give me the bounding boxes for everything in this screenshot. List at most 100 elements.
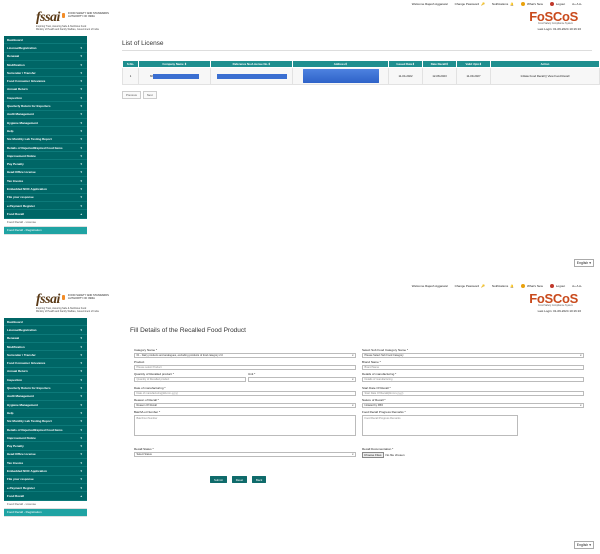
sidebar-item-audit-management[interactable]: Audit Management ▾ [4,393,87,401]
col-address[interactable]: Address⇕ [292,60,389,68]
sidebar-item-e-payment-register[interactable]: e-Payment Register ▾ [4,202,87,211]
quantity-input[interactable]: Quantity of Recalled product [134,377,246,382]
sidebar-item-hygiene-management[interactable]: Hygiene Management ▾ [4,401,87,410]
chevron-icon: ▾ [80,377,82,382]
batch-number-textarea[interactable]: Batch/Lot Number [134,415,356,436]
sidebar-item-embedded-noc-application[interactable]: Embedded NOC Application ▾ [4,467,87,476]
sidebar-item-improvement-notice[interactable]: Improvement Notice ▾ [4,434,87,443]
sidebar-item-modification[interactable]: Modification ▾ [4,343,87,352]
sidebar-item-inspection[interactable]: Inspection ▾ [4,376,87,385]
change-password-link[interactable]: Change Password 🔑 [455,2,485,6]
chevron-icon: ▾ [80,410,82,415]
recall-start-date-input[interactable]: Start Date Of Recall(dd-mm-yyyy) [362,391,584,396]
sidebar-item-surrender-transfer[interactable]: Surrender / Transfer ▾ [4,69,87,78]
sidebar-item-food-consumer-grievance[interactable]: Food Consumer Grievance ▾ [4,77,87,86]
reason-select[interactable]: Reason Of Recall ▾ [134,403,356,408]
whats-new-link[interactable]: What's New [520,2,543,6]
product-input[interactable]: Please select Product [134,365,356,370]
sidebar-item-annual-return[interactable]: Annual Return ▾ [4,86,87,95]
sidebar-item-annual-return[interactable]: Annual Return ▾ [4,368,87,377]
brand-name-input[interactable]: Brand Name [362,365,584,370]
sidebar-item-details-of-rejected-expired-food-items[interactable]: Details of Rejected/Expired Food Items ▾ [4,426,87,435]
col-issued[interactable]: Issued Date⇕ [388,60,423,68]
sidebar-item-file-your-response[interactable]: File your response ▾ [4,476,87,484]
documentation-file-input[interactable]: Choose Files No file chosen [362,452,405,458]
col-reference[interactable]: Reference No./License No.⇕ [210,60,293,68]
sidebar-item-quarterly-return-for-exporters[interactable]: Quarterly Return for Exporters ▾ [4,384,87,393]
sidebar-item-renewal[interactable]: Renewal ▾ [4,335,87,343]
sidebar-item-inspection[interactable]: Inspection ▾ [4,94,87,103]
back-button[interactable]: Back [252,476,267,483]
sidebar-item-six-monthly-lab-testing-report[interactable]: Six Monthly Lab Testing Report ▾ [4,418,87,426]
col-valid[interactable]: Valid Upto⇕ [456,60,491,68]
language-select[interactable]: English ▾ [573,541,594,549]
sidebar-item-surrender-transfer[interactable]: Surrender / Transfer ▾ [4,351,87,360]
sidebar-item-pay-penalty[interactable]: Pay Penalty ▾ [4,442,87,451]
sidebar-subitem-food-recall-license[interactable]: Food Recall - License [4,218,87,227]
key-icon: 🔑 [481,2,485,6]
font-size-controls[interactable]: A+ A A- [572,2,582,6]
sidebar-item-dashboard[interactable]: Dashboard [4,36,87,45]
font-size-controls[interactable]: A+ A A- [572,284,582,288]
sidebar-item-food-recall[interactable]: Food Recall ▴ [4,210,87,219]
col-company[interactable]: Company Name ⇕ [138,60,211,68]
sidebar-item-license-registration[interactable]: License/Registration ▾ [4,44,87,53]
sidebar-item-six-monthly-lab-testing-report[interactable]: Six Monthly Lab Testing Report ▾ [4,136,87,144]
change-password-link[interactable]: Change Password 🔑 [455,284,485,288]
sidebar-item-license-registration[interactable]: License/Registration ▾ [4,326,87,335]
sidebar-item-pay-penalty[interactable]: Pay Penalty ▾ [4,160,87,169]
language-select[interactable]: English ▾ [573,259,594,267]
submit-button[interactable]: Submit [210,476,227,483]
chevron-icon: ▴ [80,493,82,498]
col-recall[interactable]: Date Recall⇕ [422,60,457,68]
notifications-link[interactable]: Notifications 🔔 [492,284,514,288]
sidebar-item-tax-invoice[interactable]: Tax Invoice ▾ [4,459,87,468]
sidebar-subitem-food-recall-license[interactable]: Food Recall - License [4,500,87,509]
notifications-link[interactable]: Notifications 🔔 [492,2,514,6]
sidebar-item-head-office-license[interactable]: Head Office License ▾ [4,169,87,178]
sidebar-item-e-payment-register[interactable]: e-Payment Register ▾ [4,484,87,493]
sidebar-item-audit-management[interactable]: Audit Management ▾ [4,111,87,119]
previous-button[interactable]: Previous [122,91,141,99]
sidebar-item-embedded-noc-application[interactable]: Embedded NOC Application ▾ [4,185,87,194]
logout-link[interactable]: Logout [549,284,565,288]
sidebar-item-tax-invoice[interactable]: Tax Invoice ▾ [4,177,87,186]
top-header: fssai FOOD SAFETY AND STANDARDS AUTHORITY… [0,0,600,36]
manufacturing-details-input[interactable]: Details of manufacturing [362,377,584,382]
sidebar-item-quarterly-return-for-exporters[interactable]: Quarterly Return for Exporters ▾ [4,102,87,111]
sidebar-item-modification[interactable]: Modification ▾ [4,61,87,70]
sidebar-item-food-consumer-grievance[interactable]: Food Consumer Grievance ▾ [4,359,87,368]
sidebar-item-hygiene-management[interactable]: Hygiene Management ▾ [4,119,87,128]
subcategory-select[interactable]: Please Select Sub Food Category ▾ [362,353,584,358]
last-login: Last Login: 01-09-2024 10:16:16 [537,309,581,313]
sidebar-item-renewal[interactable]: Renewal ▾ [4,53,87,61]
unit-select[interactable]: ▾ [248,377,356,382]
sidebar-item-file-your-response[interactable]: File your response ▾ [4,194,87,202]
welcome-user: Welcome Rajesh Aggarwal [411,284,448,288]
col-sno[interactable]: S.No. [122,60,139,68]
bell-icon: 🔔 [510,2,514,6]
chevron-icon: ▾ [80,145,82,150]
recall-status-select[interactable]: Select Status ▾ [134,452,356,457]
sidebar-item-dashboard[interactable]: Dashboard [4,318,87,327]
sidebar-item-improvement-notice[interactable]: Improvement Notice ▾ [4,152,87,161]
main-content: Fill Details of the Recalled Food Produc… [130,318,592,508]
sidebar-item-food-recall[interactable]: Food Recall ▴ [4,492,87,501]
category-select[interactable]: 01 - Dairy products and analogues, exclu… [134,353,356,358]
nature-of-recall-select[interactable]: Initiated by FBO ▾ [362,403,584,408]
sidebar-item-help[interactable]: Help ▾ [4,409,87,418]
chevron-icon: ▾ [80,95,82,100]
logout-link[interactable]: Logout [549,2,565,6]
sidebar-subitem-food-recall-registration[interactable]: Food Recall - Registration [4,508,87,518]
sidebar-item-details-of-rejected-expired-food-items[interactable]: Details of Rejected/Expired Food Items ▾ [4,144,87,153]
manufacturing-date-input[interactable]: Date of manufacturing(dd-mm-yyyy) [134,391,356,396]
choose-files-button[interactable]: Choose Files [362,452,384,458]
sidebar-item-help[interactable]: Help ▾ [4,127,87,136]
progress-remarks-textarea[interactable]: Food Recall Progress Remarks [362,415,518,436]
recall-action-links[interactable]: Initiate Food Recall || View Food Recall [490,67,600,85]
next-button[interactable]: Next [142,91,157,99]
whats-new-link[interactable]: What's New [520,284,543,288]
sidebar-item-head-office-license[interactable]: Head Office License ▾ [4,451,87,460]
reset-button[interactable]: Reset [231,476,248,483]
sidebar-subitem-food-recall-registration[interactable]: Food Recall - Registration [4,226,87,236]
